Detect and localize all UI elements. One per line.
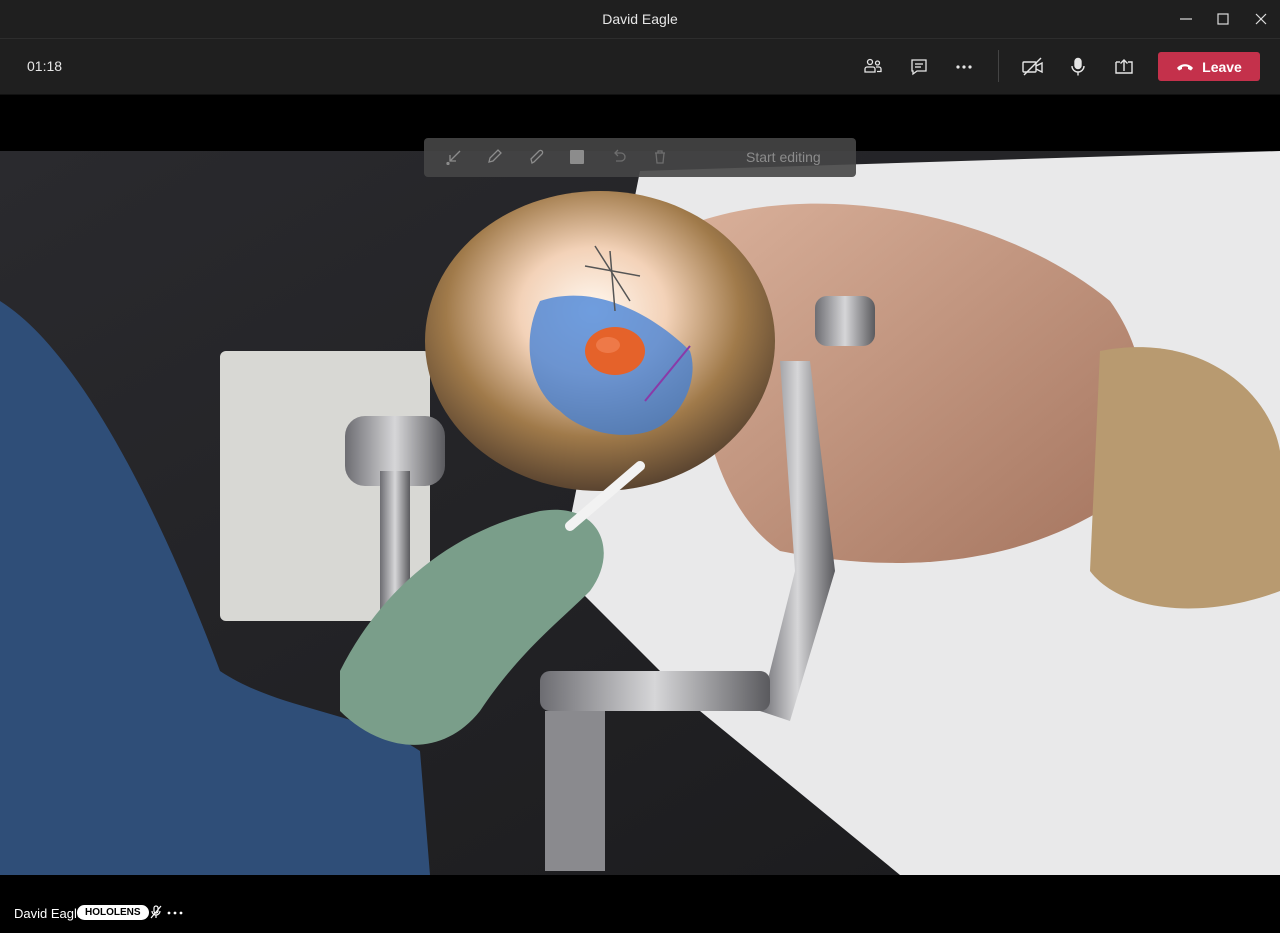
camera-off-icon: [1022, 57, 1043, 76]
close-icon: [1255, 13, 1267, 25]
microphone-button[interactable]: [1062, 51, 1094, 83]
minimize-button[interactable]: [1167, 0, 1205, 38]
call-timer: 01:18: [27, 58, 63, 74]
more-actions-button[interactable]: [948, 51, 980, 83]
annotation-toolbar: Start editing: [424, 138, 856, 177]
color-picker-button[interactable]: [567, 147, 587, 167]
video-stage: Start editing: [0, 95, 1280, 875]
arrow-icon: [446, 150, 461, 165]
device-badge: HOLOLENS: [77, 905, 149, 920]
minimize-icon: [1180, 18, 1192, 20]
share-screen-icon: [1115, 59, 1133, 74]
participant-more-icon[interactable]: [167, 908, 183, 918]
participant-bar: David Eagle HOLOLENS: [0, 875, 1280, 933]
toolbar-divider: [998, 50, 999, 82]
highlighter-icon: [530, 149, 544, 164]
title-bar: David Eagle: [0, 0, 1280, 39]
maximize-icon: [1217, 13, 1229, 25]
leave-label: Leave: [1202, 58, 1242, 75]
call-toolbar: 01:18 Leave: [0, 39, 1280, 95]
window-title: David Eagle: [602, 11, 678, 27]
start-editing-button[interactable]: Start editing: [746, 138, 821, 177]
chat-button[interactable]: [903, 51, 935, 83]
remote-video-feed[interactable]: [0, 151, 1280, 875]
microphone-icon: [1071, 57, 1085, 76]
color-square-icon: [570, 150, 584, 164]
delete-button[interactable]: [650, 147, 670, 167]
pen-icon: [488, 149, 502, 163]
more-icon: [956, 65, 972, 69]
arrow-tool-button[interactable]: [444, 147, 464, 167]
delete-icon: [655, 150, 665, 164]
pen-tool-button[interactable]: [484, 147, 504, 167]
share-screen-button[interactable]: [1108, 51, 1140, 83]
undo-icon: [614, 149, 626, 162]
chat-icon: [911, 59, 927, 76]
close-button[interactable]: [1242, 0, 1280, 38]
muted-microphone-icon: [150, 905, 162, 919]
leave-button[interactable]: Leave: [1158, 52, 1260, 81]
people-icon: [864, 58, 882, 73]
hang-up-icon: [1177, 63, 1194, 70]
participants-button[interactable]: [857, 51, 889, 83]
undo-button[interactable]: [609, 147, 629, 167]
maximize-button[interactable]: [1204, 0, 1242, 38]
camera-toggle-button[interactable]: [1017, 51, 1049, 83]
highlighter-tool-button[interactable]: [526, 147, 546, 167]
participant-name: David Eagle: [14, 906, 85, 921]
